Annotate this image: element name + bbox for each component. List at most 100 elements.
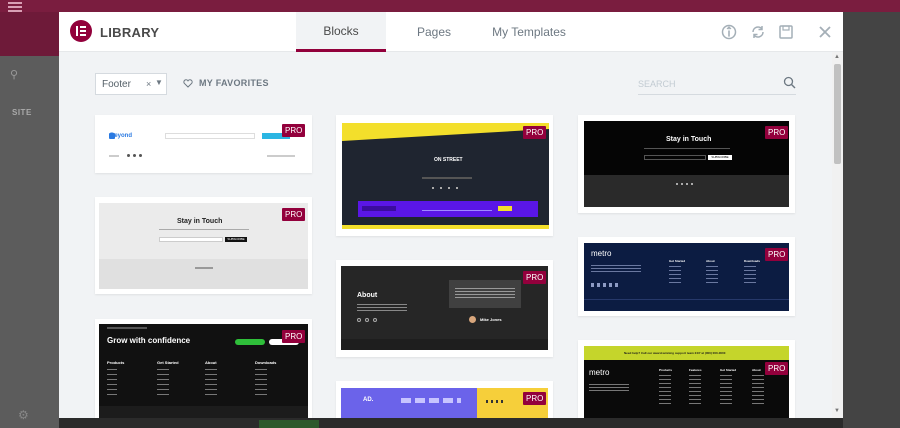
preview-input	[159, 237, 223, 242]
sync-icon[interactable]	[750, 24, 766, 40]
preview-brand: metro	[591, 249, 612, 258]
modal-header: LIBRARY Blocks Pages My Templates	[59, 12, 843, 52]
scroll-up-icon[interactable]: ▲	[834, 54, 840, 60]
save-icon[interactable]	[778, 24, 794, 40]
preview-footer-band	[584, 175, 789, 207]
preview-col-heading: About	[706, 259, 715, 263]
template-card[interactable]: Need help? Call our award-winning suppor…	[578, 340, 795, 418]
tab-my-templates[interactable]: My Templates	[484, 12, 574, 52]
preview-footer-band	[99, 259, 308, 289]
preview-footer-band	[341, 339, 548, 350]
preview-banner-text: Need help? Call our award-winning suppor…	[624, 351, 726, 355]
preview-link-list	[752, 375, 764, 405]
modal-title: LIBRARY	[100, 25, 160, 40]
scrollbar[interactable]: ▲ ▼	[832, 52, 843, 418]
preview-col-heading: Products	[107, 360, 125, 365]
template-card[interactable]: Beyond PRO	[95, 115, 312, 173]
preview-col-heading: Get Started	[720, 368, 737, 372]
template-card[interactable]: metro Get Started About Downloads PRO	[578, 237, 795, 316]
publish-button-bg	[259, 420, 319, 428]
pro-badge: PRO	[282, 330, 306, 343]
info-icon[interactable]	[721, 24, 737, 40]
preview-logo	[109, 133, 115, 139]
sidebar-site-label: SITE	[12, 108, 32, 117]
preview-col-heading: Downloads	[255, 360, 277, 365]
template-card[interactable]: About Mike Jones PRO	[336, 260, 553, 357]
preview-col-heading: Get Started	[669, 259, 686, 263]
hamburger-icon[interactable]	[8, 0, 22, 12]
preview-heading: About	[357, 292, 378, 299]
pro-badge: PRO	[523, 392, 547, 405]
favorites-filter[interactable]: MY FAVORITES	[183, 78, 269, 88]
scroll-down-icon[interactable]: ▼	[834, 408, 840, 414]
tab-pages[interactable]: Pages	[389, 12, 479, 52]
preview-social-row	[432, 187, 462, 189]
preview-heading: Stay in Touch	[177, 218, 223, 225]
preview-brand: AD.	[363, 397, 374, 403]
preview-link-list	[205, 369, 217, 399]
chevron-down-icon[interactable]: ▼	[155, 78, 163, 87]
template-preview: ON STREET	[342, 123, 549, 229]
preview-button	[235, 339, 265, 345]
preview-menu	[401, 398, 461, 403]
preview-line	[267, 155, 295, 157]
template-card[interactable]: ON STREET PRO	[336, 115, 553, 236]
preview-text-block	[357, 304, 407, 312]
preview-col-heading: Downloads	[744, 259, 761, 263]
preview-link-list	[669, 266, 681, 286]
pro-badge: PRO	[282, 124, 306, 137]
preview-link-list	[255, 369, 267, 399]
library-modal: LIBRARY Blocks Pages My Templates Footer…	[59, 12, 843, 418]
preview-text-block	[362, 206, 396, 211]
editor-topbar	[0, 0, 900, 12]
preview-link-list	[744, 266, 756, 286]
preview-line	[422, 177, 472, 179]
template-preview: Grow with confidence Products Get Starte…	[99, 324, 308, 418]
preview-social-row	[486, 400, 506, 403]
close-icon[interactable]	[817, 24, 833, 40]
preview-link-list	[720, 375, 732, 405]
preview-brand: ON STREET	[434, 157, 463, 163]
pro-badge: PRO	[282, 208, 306, 221]
template-card[interactable]: Grow with confidence Products Get Starte…	[95, 319, 312, 418]
pro-badge: PRO	[765, 126, 789, 139]
preview-input	[644, 155, 706, 160]
preview-button	[498, 206, 512, 211]
clear-icon[interactable]: ×	[146, 79, 151, 89]
pro-badge: PRO	[523, 271, 547, 284]
preview-button: SUBSCRIBE	[708, 155, 732, 160]
preview-heading: Grow with confidence	[107, 336, 191, 345]
pro-badge: PRO	[765, 362, 789, 375]
preview-social-row	[591, 283, 621, 287]
template-card[interactable]: AD. PRO	[336, 381, 553, 418]
editor-sidebar	[0, 12, 59, 428]
preview-text-block	[591, 265, 641, 273]
search-icon[interactable]	[783, 76, 796, 89]
preview-line	[107, 327, 147, 329]
template-card[interactable]: Stay in Touch SUBSCRIBE PRO	[95, 197, 312, 294]
preview-footer-band	[99, 406, 308, 418]
preview-link-list	[659, 375, 671, 405]
preview-col-heading: About	[205, 360, 217, 365]
preview-person-name: Mike Jones	[480, 317, 502, 322]
sidebar-search-icon[interactable]: ⚲	[10, 68, 18, 81]
preview-col-heading: Get Started	[157, 360, 179, 365]
template-card[interactable]: Stay in Touch SUBSCRIBE PRO	[578, 115, 795, 213]
category-select[interactable]: Footer × ▼	[95, 73, 167, 95]
preview-avatar	[469, 316, 476, 323]
preview-social-icon	[133, 154, 136, 157]
scrollbar-thumb[interactable]	[834, 64, 841, 164]
preview-button: SUBSCRIBE	[225, 237, 247, 242]
elementor-logo-icon	[70, 20, 92, 42]
tab-blocks[interactable]: Blocks	[296, 12, 386, 52]
template-preview: AD.	[341, 388, 548, 418]
preview-link-list	[706, 266, 718, 286]
search-input[interactable]	[638, 76, 778, 92]
preview-col-heading: About	[752, 368, 761, 372]
preview-text-block	[589, 384, 629, 392]
template-preview: Beyond	[99, 119, 308, 169]
editor-bottom-bar	[59, 418, 843, 428]
gear-icon[interactable]: ⚙	[18, 408, 29, 422]
preview-social-row	[676, 183, 696, 185]
preview-brand: metro	[589, 368, 610, 377]
